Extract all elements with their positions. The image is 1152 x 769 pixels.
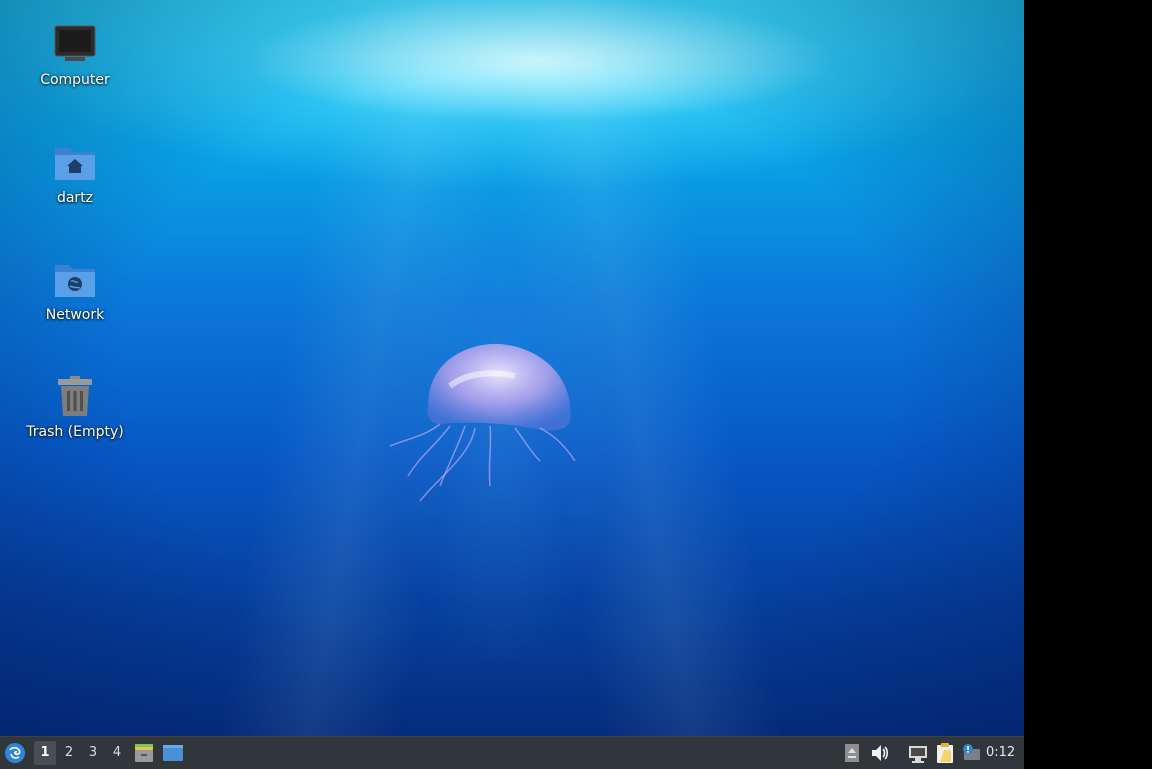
home-folder-label: dartz: [56, 190, 94, 206]
notifications-indicator[interactable]: [960, 742, 982, 764]
tray-expander-button[interactable]: [841, 742, 863, 764]
network-wired-icon: [909, 746, 927, 763]
volume-control[interactable]: [869, 742, 891, 764]
trash-icon: [51, 372, 99, 420]
panel-clock[interactable]: 0:12: [986, 737, 1015, 769]
workspace-3[interactable]: 3: [82, 741, 104, 765]
network-label: Network: [45, 307, 105, 323]
home-folder-icon: [51, 138, 99, 186]
show-desktop-icon: [163, 745, 183, 761]
notifications-icon: [963, 744, 980, 760]
workspace-4[interactable]: 4: [106, 741, 128, 765]
network-indicator[interactable]: [907, 742, 929, 764]
tray-expander-icon: [845, 744, 859, 762]
application-menu-icon: [5, 743, 25, 763]
volume-icon: [872, 745, 889, 761]
jellyfish-image: [389, 343, 576, 502]
taskbar-panel: 1 2 3 4 0:12: [0, 736, 1024, 769]
network-desktop-icon[interactable]: Network: [10, 255, 140, 324]
computer-label: Computer: [40, 72, 110, 88]
computer-desktop-icon[interactable]: Computer: [10, 20, 140, 89]
trash-label: Trash (Empty): [26, 424, 124, 440]
show-desktop-button[interactable]: [162, 742, 184, 764]
home-folder-desktop-icon[interactable]: dartz: [10, 138, 140, 207]
file-manager-icon: [135, 744, 153, 762]
computer-icon: [51, 20, 99, 68]
network-folder-icon: [51, 255, 99, 303]
file-manager-launcher[interactable]: [133, 742, 155, 764]
application-menu-button[interactable]: [3, 741, 27, 765]
desktop-wallpaper: [0, 0, 1024, 736]
workspace-2[interactable]: 2: [58, 741, 80, 765]
clipboard-icon: [937, 743, 953, 763]
trash-desktop-icon[interactable]: Trash (Empty): [10, 372, 140, 441]
screen-margin: [1024, 0, 1152, 768]
workspace-1[interactable]: 1: [34, 741, 56, 765]
clipboard-manager[interactable]: [934, 742, 956, 764]
